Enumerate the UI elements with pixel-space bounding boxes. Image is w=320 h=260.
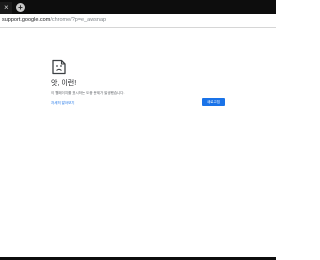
tab-strip: × +	[0, 0, 276, 14]
browser-tab[interactable]: ×	[0, 2, 12, 14]
close-tab-icon[interactable]: ×	[4, 2, 9, 14]
sad-page-icon	[52, 59, 66, 75]
url-host: support.google.com	[2, 17, 51, 23]
learn-more-link[interactable]: 자세히 알아보기	[51, 101, 75, 106]
page-content	[0, 28, 276, 260]
new-tab-button[interactable]: +	[16, 3, 25, 12]
address-bar[interactable]: support.google.com/chrome/?p=e_awsnap	[2, 15, 106, 26]
url-path: /chrome/?p=e_awsnap	[50, 17, 107, 23]
error-description: 이 웹페이지를 표시하는 도중 문제가 발생했습니다.	[51, 91, 125, 95]
reload-button[interactable]: 새로고침	[202, 98, 225, 106]
error-title: 앗, 이런!	[51, 80, 77, 87]
browser-toolbar: support.google.com/chrome/?p=e_awsnap	[0, 14, 276, 28]
